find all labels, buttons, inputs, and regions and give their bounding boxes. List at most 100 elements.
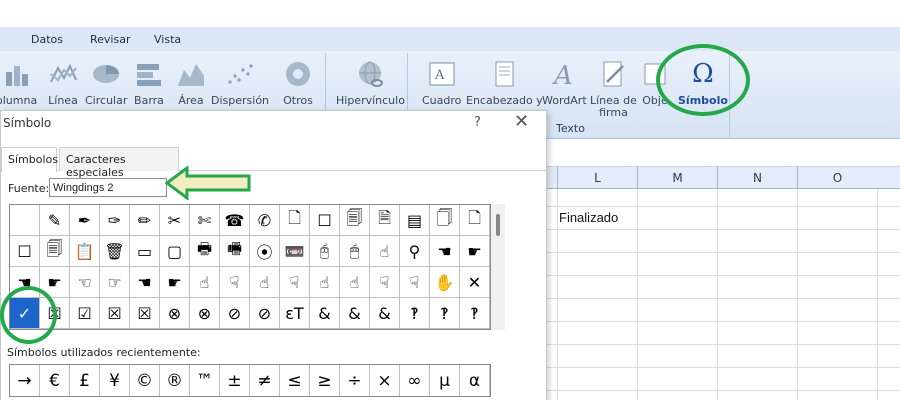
symbol-cell[interactable]: ☒ [130, 298, 160, 329]
column-chart-button[interactable]: olumna [0, 57, 37, 107]
recent-symbol-cell[interactable]: ≥ [310, 365, 340, 396]
symbol-cell[interactable]: 📼 [280, 236, 310, 267]
symbol-cell[interactable]: ▤ [400, 205, 430, 236]
tab-symbols[interactable]: Símbolos [1, 147, 58, 172]
symbol-cell[interactable]: & [310, 298, 340, 329]
column-header-n[interactable]: N [717, 167, 797, 189]
symbol-cell[interactable]: ☝ [190, 267, 220, 298]
symbol-cell[interactable]: ✎ [40, 205, 70, 236]
wordart-button[interactable]: A WordArt [542, 57, 587, 107]
line-chart-button[interactable]: Línea [46, 57, 80, 107]
symbol-cell[interactable]: 🖱 [340, 236, 370, 267]
symbol-cell[interactable]: ✆ [250, 205, 280, 236]
recent-symbol-cell[interactable]: µ [430, 365, 460, 396]
symbol-cell[interactable]: ✑ [100, 205, 130, 236]
signature-line-button[interactable]: Línea de firma [590, 57, 637, 119]
symbol-cell[interactable]: ɛT [280, 298, 310, 329]
symbol-cell[interactable]: ☛ [460, 236, 490, 267]
recent-symbol-cell[interactable]: € [40, 365, 70, 396]
recent-symbol-cell[interactable]: → [10, 365, 40, 396]
symbol-cell[interactable]: 🗋 [280, 205, 310, 236]
symbol-cell[interactable]: ⊗ [160, 298, 190, 329]
menu-datos[interactable]: Datos [31, 33, 63, 46]
symbol-cell[interactable]: 🖰 [310, 236, 340, 267]
symbol-cell[interactable]: ☞ [100, 267, 130, 298]
recent-symbol-cell[interactable]: ± [220, 365, 250, 396]
symbol-cell[interactable]: ✄ [190, 205, 220, 236]
recent-symbol-cell[interactable]: ∞ [400, 365, 430, 396]
column-header-l[interactable]: L [557, 167, 637, 189]
recent-symbol-cell[interactable]: ¥ [100, 365, 130, 396]
recent-symbol-cell[interactable]: ≠ [250, 365, 280, 396]
symbol-cell[interactable]: 🗍 [430, 205, 460, 236]
help-button[interactable]: ? [474, 115, 481, 130]
symbol-cell[interactable]: 🗋 [460, 205, 490, 236]
symbol-cell[interactable]: ✂ [160, 205, 190, 236]
symbol-cell[interactable]: ▭ [130, 236, 160, 267]
symbol-cell[interactable]: 🗐 [340, 205, 370, 236]
symbol-cell[interactable]: & [340, 298, 370, 329]
symbol-cell[interactable]: ✕ [460, 267, 490, 298]
symbol-cell[interactable]: 🖷 [220, 236, 250, 267]
recent-symbol-cell[interactable]: ÷ [340, 365, 370, 396]
symbol-cell[interactable]: ☎ [220, 205, 250, 236]
column-header-o[interactable]: O [797, 167, 877, 189]
symbol-cell[interactable]: ✋ [430, 267, 460, 298]
symbol-cell[interactable]: ‽ [400, 298, 430, 329]
recent-symbol-cell[interactable]: ™ [190, 365, 220, 396]
recent-symbol-cell[interactable]: × [370, 365, 400, 396]
symbol-cell[interactable]: ✏ [130, 205, 160, 236]
symbol-cell[interactable]: ☟ [400, 267, 430, 298]
recent-symbol-cell[interactable]: α [460, 365, 490, 396]
symbol-cell[interactable]: 🖶 [190, 236, 220, 267]
symbol-cell[interactable]: ☜ [70, 267, 100, 298]
symbol-cell[interactable]: ☝ [310, 267, 340, 298]
symbol-cell[interactable]: ⊘ [220, 298, 250, 329]
close-button[interactable]: ✕ [514, 111, 529, 132]
symbol-cell[interactable]: 🗐 [40, 236, 70, 267]
symbol-cell[interactable] [10, 205, 40, 236]
symbol-cell[interactable]: & [370, 298, 400, 329]
symbol-cell[interactable]: ☝ [340, 267, 370, 298]
column-header-m[interactable]: M [637, 167, 717, 189]
menu-vista[interactable]: Vista [154, 33, 181, 46]
recent-symbol-cell[interactable]: ≤ [280, 365, 310, 396]
text-box-button[interactable]: A Cuadro [422, 57, 461, 107]
scrollbar-thumb[interactable] [496, 214, 500, 236]
symbol-cell[interactable]: ☝ [250, 267, 280, 298]
symbol-scrollbar[interactable] [491, 204, 505, 330]
other-charts-button[interactable]: Otros [281, 57, 315, 107]
font-input[interactable] [49, 178, 167, 197]
recent-symbol-cell[interactable]: £ [70, 365, 100, 396]
pie-chart-button[interactable]: Circular [85, 57, 127, 107]
symbol-cell[interactable]: ☚ [130, 267, 160, 298]
symbol-cell[interactable]: ⊘ [250, 298, 280, 329]
hyperlink-button[interactable]: Hipervínculo [336, 57, 405, 107]
tab-special-characters[interactable]: Caracteres especiales [59, 147, 179, 179]
symbol-cell[interactable]: 🗎 [370, 205, 400, 236]
symbol-cell[interactable]: ⦿ [250, 236, 280, 267]
symbol-cell[interactable]: ☐ [310, 205, 340, 236]
scatter-chart-button[interactable]: Dispersión [211, 57, 269, 107]
area-chart-button[interactable]: Área [174, 57, 208, 107]
recent-symbol-cell[interactable]: © [130, 365, 160, 396]
symbol-cell[interactable]: ⊗ [190, 298, 220, 329]
symbol-cell[interactable]: ☟ [280, 267, 310, 298]
symbol-cell[interactable]: ‽ [460, 298, 490, 329]
symbol-cell[interactable]: ☟ [370, 267, 400, 298]
symbol-cell[interactable]: ▢ [160, 236, 190, 267]
bar-chart-button[interactable]: Barra [132, 57, 166, 107]
symbol-cell[interactable]: ☒ [100, 298, 130, 329]
symbol-cell[interactable]: ☛ [160, 267, 190, 298]
cell-l-finalizado[interactable]: Finalizado [559, 210, 618, 225]
header-footer-button[interactable]: Encabezado y [466, 57, 543, 107]
menu-revisar[interactable]: Revisar [90, 33, 130, 46]
symbol-cell[interactable]: ☐ [10, 236, 40, 267]
symbol-cell[interactable]: 🗑 [100, 236, 130, 267]
symbol-cell[interactable]: ✒ [70, 205, 100, 236]
recent-symbol-cell[interactable]: ® [160, 365, 190, 396]
symbol-cell[interactable]: ‽ [430, 298, 460, 329]
symbol-cell[interactable]: ☑ [70, 298, 100, 329]
symbol-cell[interactable]: ☝ [370, 236, 400, 267]
symbol-cell[interactable]: 📋 [70, 236, 100, 267]
